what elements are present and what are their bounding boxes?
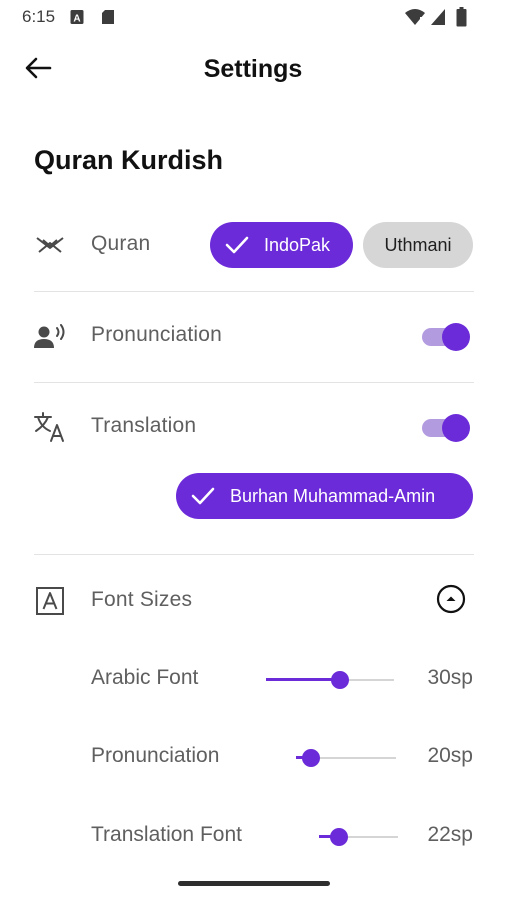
divider [34,291,474,292]
text-notification-icon: A [70,9,84,30]
quran-book-icon [33,228,67,262]
chip-label: IndoPak [264,234,331,255]
slider-value-translation-font: 22sp [427,823,473,846]
pronunciation-label: Pronunciation [91,323,223,346]
pronunciation-toggle[interactable] [422,320,470,354]
check-icon [190,483,216,509]
speaker-person-icon [33,320,67,354]
divider [34,554,474,555]
page-title: Settings [203,55,303,83]
chip-translator[interactable]: Burhan Muhammad-Amin [176,473,473,519]
slider-value-arabic-font: 30sp [427,666,473,689]
sd-card-icon [101,9,115,30]
translate-icon [33,410,67,444]
slider-label-translation-font: Translation Font [91,823,242,846]
slider-thumb[interactable] [331,671,350,689]
font-box-icon [33,584,67,618]
slider-thumb[interactable] [302,749,320,767]
wifi-icon [405,8,425,31]
slider-thumb[interactable] [329,828,348,846]
status-bar: 6:15 A [0,0,506,36]
font-sizes-label: Font Sizes [91,588,193,611]
pronunciation-font-slider[interactable] [296,748,396,768]
chevron-up-circle-icon [436,584,466,619]
svg-text:A: A [73,14,80,25]
divider [34,382,474,383]
font-sizes-collapse-button[interactable] [434,584,468,618]
translation-toggle[interactable] [422,411,470,445]
battery-icon [456,7,467,32]
arabic-font-slider[interactable] [266,670,394,690]
slider-label-arabic-font: Arabic Font [91,666,199,689]
slider-fill [266,678,341,681]
signal-icon [430,8,446,31]
section-title: Quran Kurdish [34,145,224,175]
translation-label: Translation [91,414,197,437]
slider-label-pronunciation: Pronunciation [91,744,220,767]
chip-indopak[interactable]: IndoPak [210,222,353,268]
quran-label: Quran [91,232,151,255]
toggle-thumb [442,414,470,442]
chip-label: Burhan Muhammad-Amin [230,485,436,506]
chip-label: Uthmani [384,234,452,255]
check-icon [224,232,250,258]
home-indicator[interactable] [178,881,330,886]
toggle-thumb [442,323,470,351]
translation-font-slider[interactable] [319,827,398,847]
chip-uthmani[interactable]: Uthmani [363,222,473,268]
slider-value-pronunciation: 20sp [427,744,473,767]
status-time: 6:15 [22,7,56,26]
